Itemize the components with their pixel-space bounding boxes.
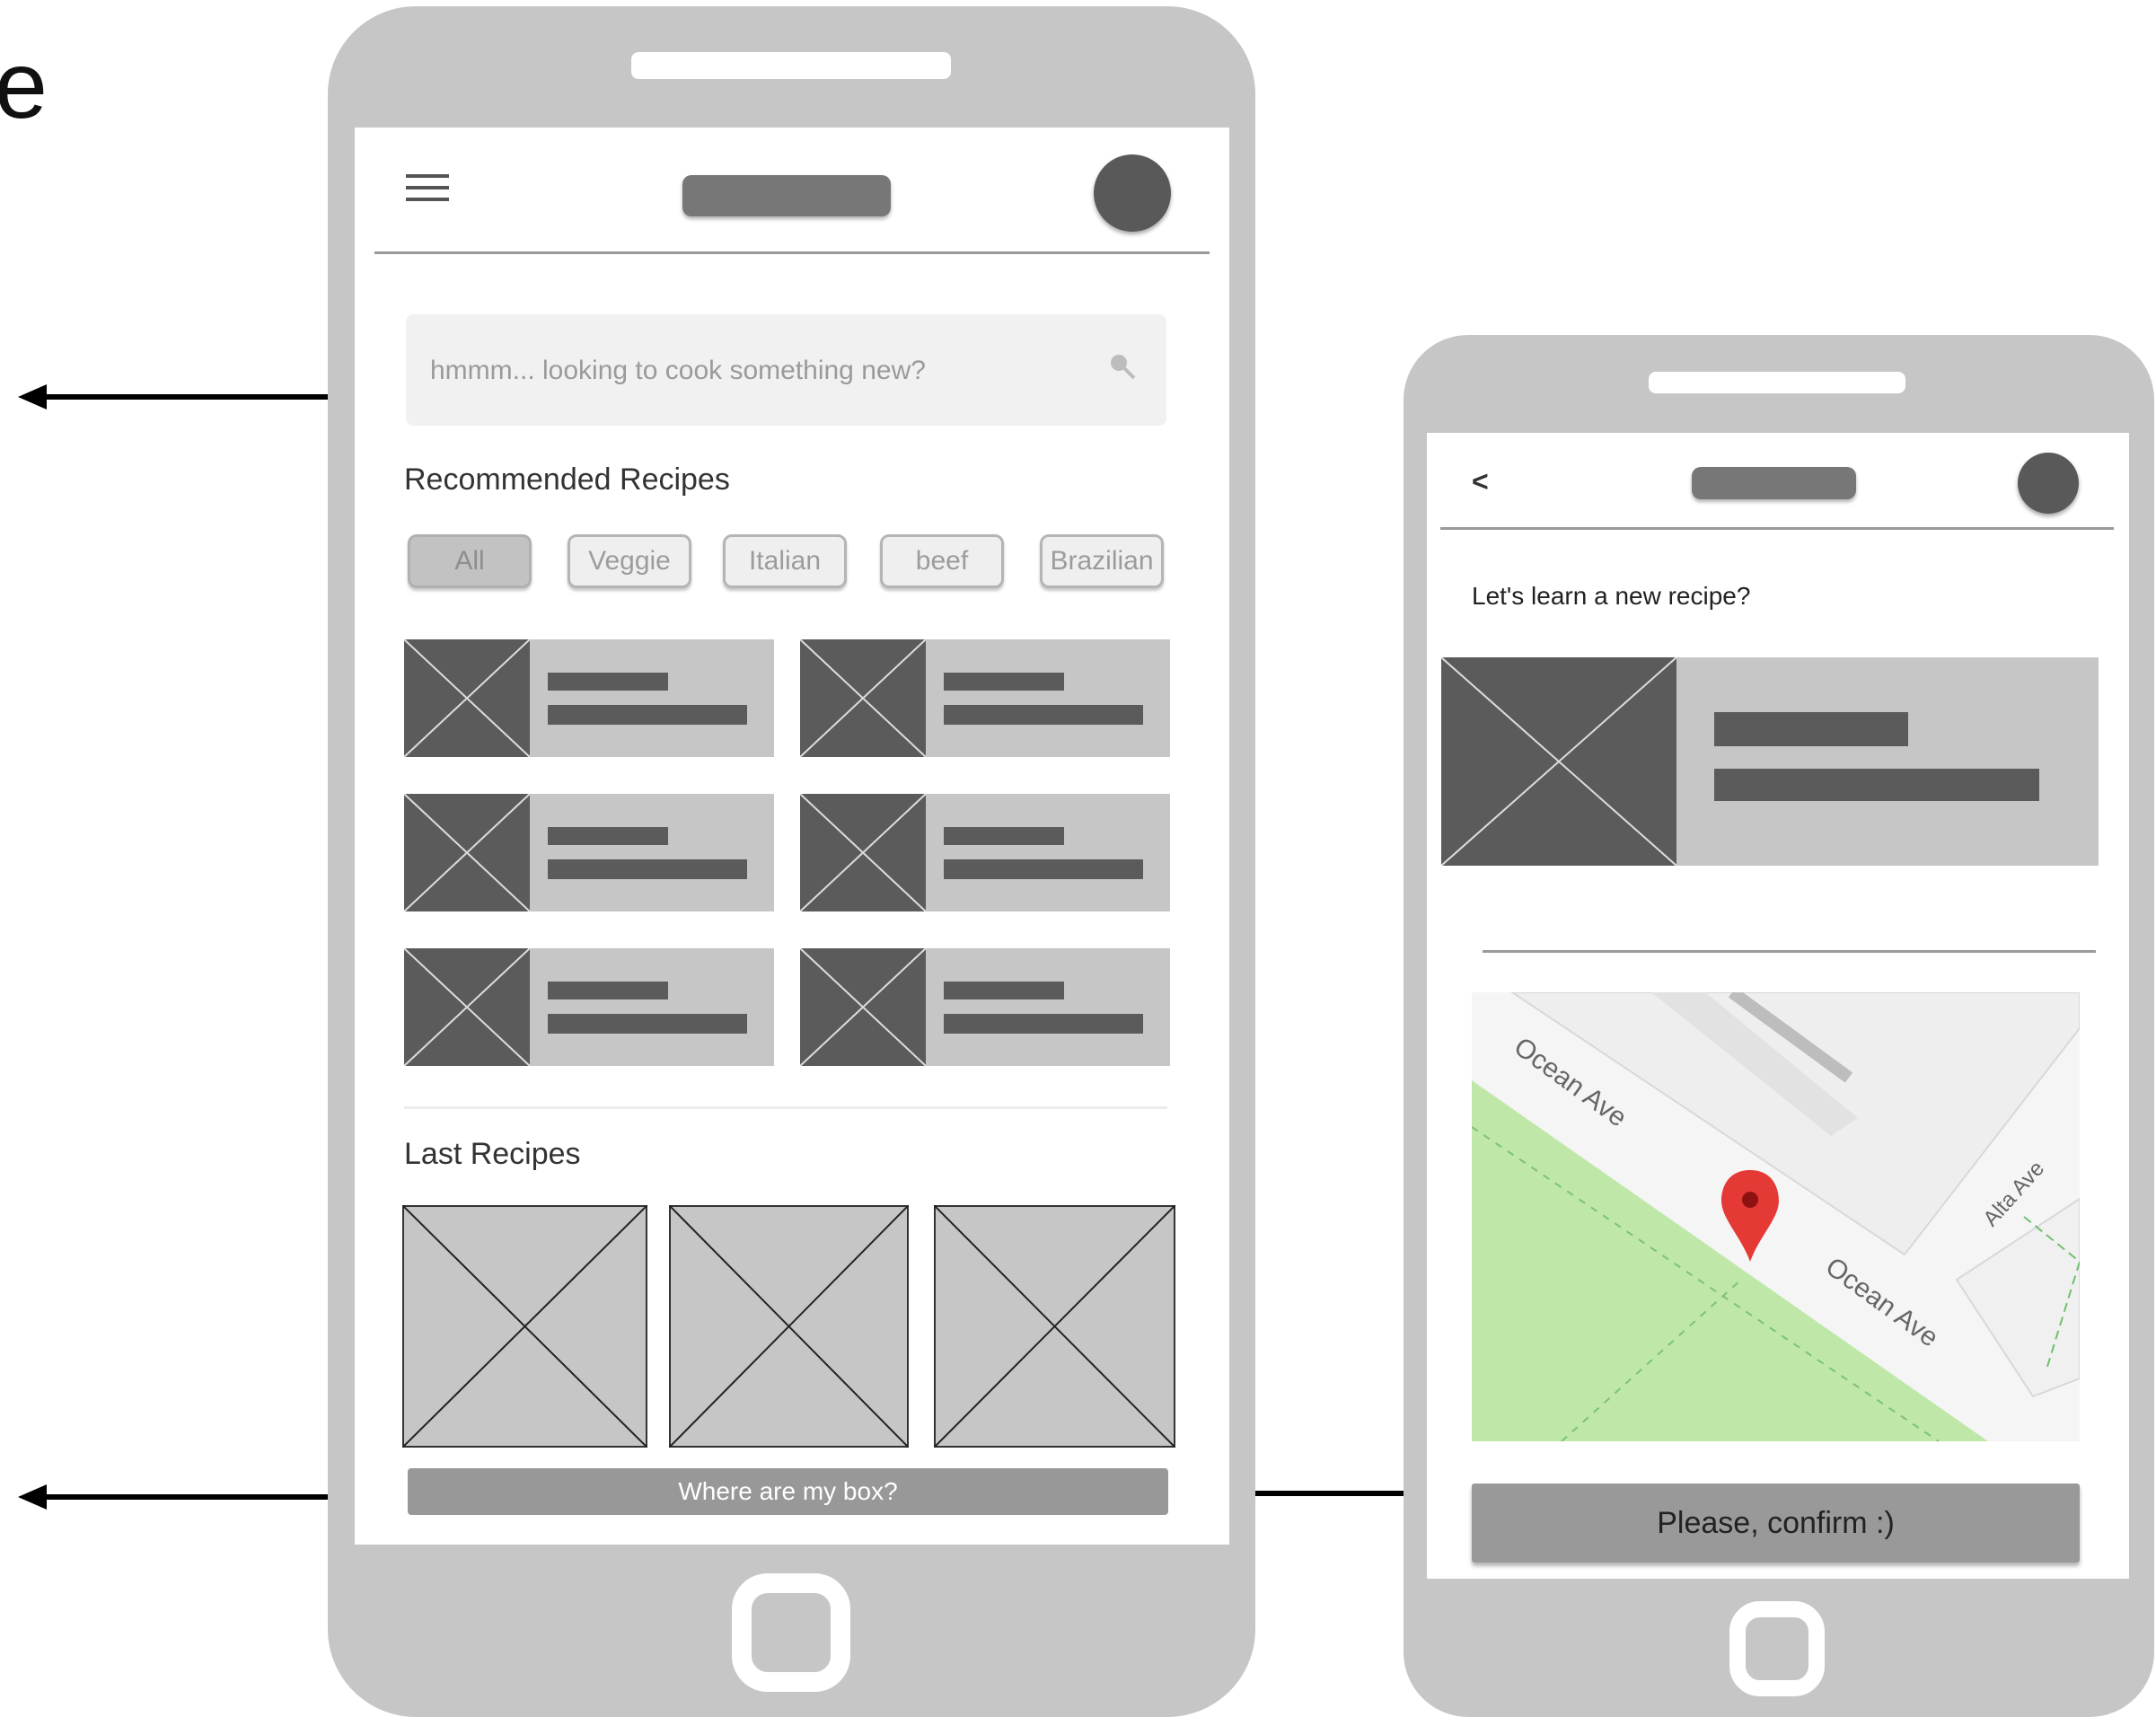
image-placeholder-icon <box>1441 657 1676 866</box>
hamburger-menu-icon[interactable] <box>406 174 449 209</box>
last-recipes-title: Last Recipes <box>404 1137 581 1171</box>
section-divider <box>1483 950 2096 953</box>
recipe-card[interactable] <box>404 639 774 757</box>
header-divider <box>1440 527 2114 530</box>
detail-screen: < Let's learn a new recipe? Ocean Ave Oc… <box>1427 433 2129 1579</box>
app-title-placeholder <box>682 175 891 216</box>
image-placeholder-icon <box>404 794 530 911</box>
confirm-button[interactable]: Please, confirm :) <box>1472 1484 2080 1563</box>
chip-beef[interactable]: beef <box>880 534 1004 588</box>
section-divider <box>404 1106 1167 1109</box>
search-input[interactable]: hmmm... looking to cook something new? <box>406 314 1166 426</box>
chip-brazilian[interactable]: Brazilian <box>1040 534 1164 588</box>
image-placeholder-icon <box>800 948 926 1066</box>
search-icon[interactable] <box>1109 353 1136 380</box>
main-screen: hmmm... looking to cook something new? R… <box>355 128 1229 1545</box>
text-placeholder <box>530 639 774 757</box>
recommended-title: Recommended Recipes <box>404 462 730 497</box>
avatar[interactable] <box>2018 453 2079 514</box>
chip-veggie[interactable]: Veggie <box>568 534 691 588</box>
image-placeholder-icon <box>800 639 926 757</box>
screen-title-placeholder <box>1692 467 1856 499</box>
home-button[interactable] <box>1729 1601 1825 1696</box>
last-recipe-image[interactable] <box>669 1205 909 1448</box>
recipe-card[interactable] <box>404 948 774 1066</box>
home-button[interactable] <box>732 1573 850 1692</box>
partial-heading-letter: e <box>0 32 48 138</box>
recipe-card[interactable] <box>800 948 1170 1066</box>
recipe-card[interactable] <box>404 794 774 911</box>
where-is-my-box-button[interactable]: Where are my box? <box>408 1468 1168 1515</box>
phone-speaker <box>1649 372 1905 393</box>
text-placeholder <box>926 794 1170 911</box>
phone-speaker <box>631 52 951 79</box>
recipe-card[interactable] <box>800 639 1170 757</box>
last-recipe-image[interactable] <box>402 1205 647 1448</box>
text-placeholder <box>530 948 774 1066</box>
image-placeholder-icon <box>404 639 530 757</box>
image-placeholder-icon <box>800 794 926 911</box>
text-placeholder <box>530 794 774 911</box>
recipe-card[interactable] <box>1441 657 2099 866</box>
chip-all[interactable]: All <box>408 534 532 588</box>
delivery-map[interactable]: Ocean Ave Ocean Ave Alta Ave <box>1472 992 2080 1441</box>
last-recipe-image[interactable] <box>934 1205 1175 1448</box>
text-placeholder <box>926 639 1170 757</box>
search-placeholder: hmmm... looking to cook something new? <box>430 356 926 385</box>
back-arrow-icon[interactable]: < <box>1472 465 1489 498</box>
prompt-text: Let's learn a new recipe? <box>1472 582 1751 610</box>
text-placeholder <box>926 948 1170 1066</box>
image-placeholder-icon <box>404 948 530 1066</box>
chip-italian[interactable]: Italian <box>723 534 847 588</box>
text-placeholder <box>1676 657 2099 866</box>
avatar[interactable] <box>1094 154 1171 232</box>
header-divider <box>374 251 1210 254</box>
recipe-card[interactable] <box>800 794 1170 911</box>
